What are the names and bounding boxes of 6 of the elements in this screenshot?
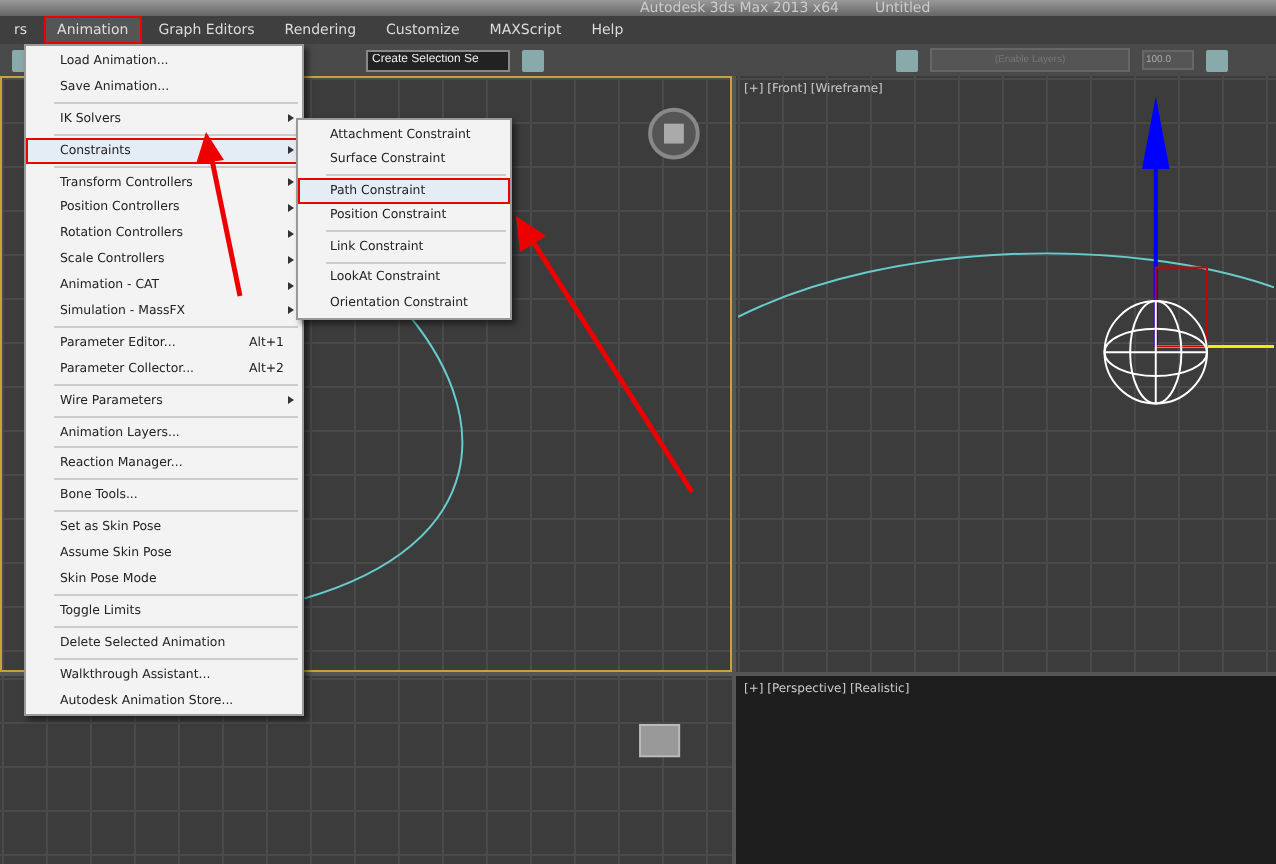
sphere-drawing: [1103, 300, 1208, 405]
toolbar-icon[interactable]: [522, 49, 544, 71]
toolbar-icon[interactable]: [1206, 49, 1228, 71]
viewcube-icon: [648, 107, 700, 160]
toolbar-icon[interactable]: [896, 49, 918, 71]
viewcube-icon: [639, 724, 681, 758]
